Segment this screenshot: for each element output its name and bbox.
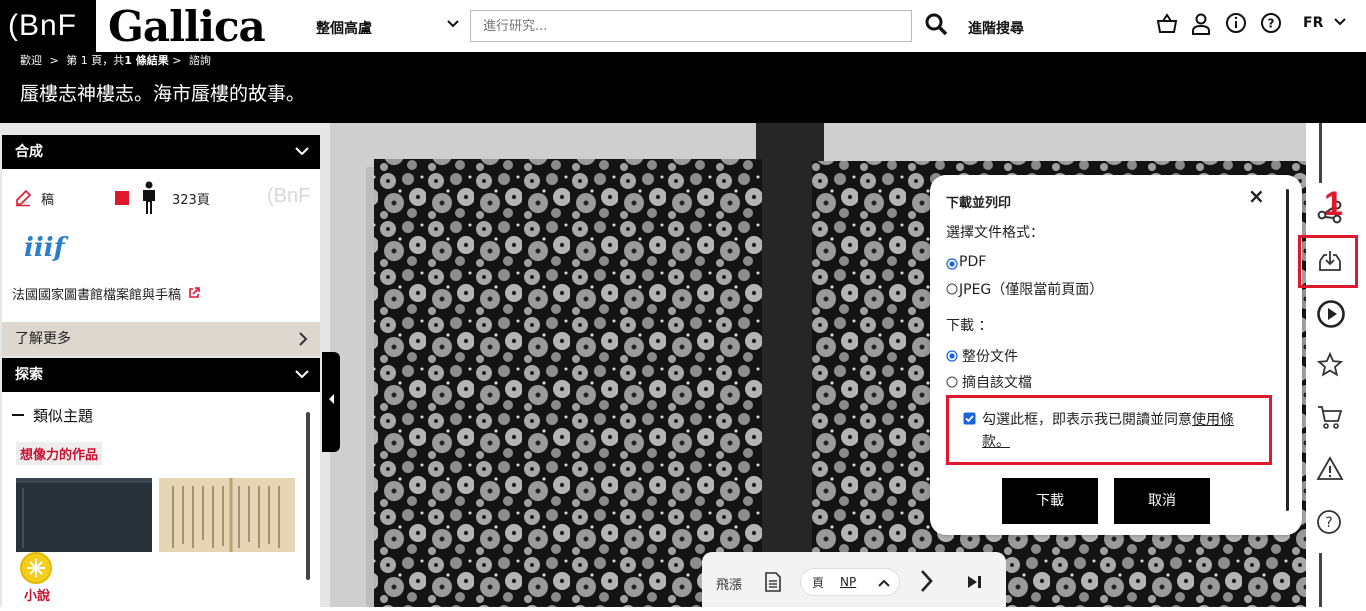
search-scope-select[interactable]: 整個高盧 — [316, 18, 372, 38]
gallica-logo[interactable]: Gallica — [108, 2, 266, 51]
collapse-panel-tab[interactable] — [322, 352, 340, 452]
source-label: 法國國家圖書館檔案館與手稿 — [12, 288, 182, 303]
jump-label: 飛漲 — [716, 578, 743, 593]
document-title-bar: 蜃樓志神樓志。海市蜃樓的故事。 — [0, 70, 1366, 123]
language-label: FR — [1303, 15, 1324, 31]
radio-whole-document[interactable] — [946, 347, 958, 366]
radio-jpeg[interactable] — [946, 280, 958, 299]
radio-pdf[interactable] — [946, 255, 958, 274]
help-icon[interactable]: ? — [1316, 509, 1342, 539]
chevron-up-icon[interactable] — [877, 575, 891, 594]
breadcrumb: 歡迎 > 第 1 頁，共1 條結果 > 諮詢 — [0, 52, 1366, 70]
tag-novel[interactable]: 小說 — [24, 585, 50, 604]
explore-section-label: 探索 — [15, 367, 43, 383]
learn-more-label: 了解更多 — [15, 331, 71, 347]
language-select[interactable]: FR — [1303, 15, 1346, 31]
breadcrumb-results[interactable]: 第 1 頁，共1 條結果 — [66, 54, 168, 67]
document-icon[interactable] — [764, 572, 782, 596]
page-navigation-bar: 飛漲 頁 NP — [702, 552, 1006, 607]
red-square-icon — [115, 191, 129, 205]
scrollbar-thumb[interactable] — [306, 412, 310, 580]
terms-statement: 勾選此框，即表示我已閱讀並同意 — [982, 412, 1192, 428]
search-icon[interactable] — [924, 12, 948, 40]
terms-text: 勾選此框，即表示我已閱讀並同意使用條款。 — [982, 409, 1262, 453]
download-icon[interactable] — [1316, 247, 1344, 279]
right-toolbar: 1 ? — [1298, 183, 1358, 553]
iiif-icon[interactable]: iiif — [24, 233, 65, 263]
sun-icon — [20, 552, 52, 584]
explore-section-header[interactable]: 探索 — [2, 358, 320, 392]
terms-checkbox[interactable] — [963, 410, 976, 429]
caret-left-icon — [329, 394, 334, 404]
doc-type-label: 稿 — [41, 193, 55, 208]
manuscript-icon — [14, 189, 32, 211]
page-prefix: 頁 — [812, 576, 825, 590]
document-title: 蜃樓志神樓志。海市蜃樓的故事。 — [20, 83, 306, 105]
dialog-title: 下載並列印 — [946, 196, 1012, 211]
page-number-input[interactable]: NP — [840, 575, 856, 589]
excerpt-label: 摘自該文檔 — [962, 375, 1032, 391]
advanced-search-link[interactable]: 進階搜尋 — [968, 18, 1024, 38]
breadcrumb-separator: > — [172, 54, 182, 67]
left-sidebar: 合成 稿 323頁 (BnF iiif 法國國家圖書館檔案館與手稿 了解更多 探… — [0, 123, 330, 607]
star-icon[interactable] — [1316, 351, 1344, 383]
synthesis-section-label: 合成 — [15, 144, 43, 160]
thumbnail-edge — [16, 478, 152, 483]
chevron-down-icon[interactable] — [446, 16, 460, 34]
warning-icon[interactable] — [1316, 455, 1344, 487]
info-icon[interactable] — [1225, 12, 1247, 38]
last-page-icon[interactable] — [966, 574, 984, 594]
close-icon[interactable]: × — [1248, 184, 1265, 208]
download-print-dialog: 下載並列印 × 選擇文件格式： PDF JPEG（僅限當前頁面） 下載 ： 整份… — [930, 175, 1302, 535]
svg-text:?: ? — [1268, 17, 1275, 31]
tag-imaginary-works[interactable]: 想像力的作品 — [16, 442, 103, 465]
basket-icon[interactable] — [1155, 12, 1179, 40]
breadcrumb-current: 諮詢 — [188, 54, 211, 67]
help-icon[interactable]: ? — [1260, 12, 1282, 38]
format-pdf-label: PDF — [959, 254, 987, 270]
page-selector[interactable]: 頁 NP — [800, 568, 900, 596]
annotation-marker: 1 — [1324, 185, 1343, 223]
external-link-icon — [189, 287, 200, 298]
cart-icon[interactable] — [1316, 403, 1344, 435]
dialog-scrollbar[interactable] — [1286, 189, 1289, 511]
play-icon[interactable] — [1316, 299, 1346, 333]
terms-link-part: 使用條 — [1192, 412, 1234, 428]
breadcrumb-home[interactable]: 歡迎 — [20, 54, 42, 67]
collapse-minus-icon[interactable] — [12, 414, 24, 416]
synthesis-content: 稿 323頁 (BnF iiif 法國國家圖書館檔案館與手稿 — [2, 169, 320, 322]
user-icon[interactable] — [1190, 12, 1212, 40]
explore-content: 類似主題 想像力的作品 小說 — [2, 392, 320, 607]
synthesis-section-header[interactable]: 合成 — [2, 135, 320, 169]
similar-subjects-heading: 類似主題 — [33, 407, 94, 425]
format-label: 選擇文件格式： — [946, 225, 1044, 241]
top-header: (BnF Gallica 整個高盧 進階搜尋 ? FR — [0, 0, 1366, 52]
radio-excerpt[interactable] — [946, 373, 958, 392]
cancel-button[interactable]: 取消 — [1114, 478, 1210, 524]
source-link[interactable]: 法國國家圖書館檔案館與手稿 — [12, 284, 200, 303]
download-button[interactable]: 下載 — [1002, 478, 1098, 524]
thumbnail-1[interactable] — [16, 478, 152, 552]
bnf-logo[interactable]: (BnF — [0, 0, 96, 52]
format-jpeg-label: JPEG（僅限當前頁面） — [959, 282, 1104, 298]
bnf-watermark: (BnF — [267, 185, 311, 207]
chevron-down-icon — [1334, 18, 1346, 26]
person-icon — [138, 181, 160, 219]
download-scope-label: 下載 ： — [946, 318, 993, 334]
thumbnail-spine — [22, 488, 24, 548]
search-input[interactable] — [470, 10, 912, 42]
terms-highlight-box: 勾選此框，即表示我已閱讀並同意使用條款。 — [946, 395, 1272, 465]
breadcrumb-separator: > — [49, 54, 59, 67]
learn-more-row[interactable]: 了解更多 — [2, 322, 320, 356]
terms-link-part: 款。 — [982, 434, 1010, 450]
whole-document-label: 整份文件 — [962, 349, 1018, 365]
manuscript-thumbnail-image — [172, 478, 280, 552]
next-page-icon[interactable] — [918, 568, 934, 598]
page-count: 323頁 — [172, 193, 210, 208]
svg-text:?: ? — [1325, 515, 1332, 531]
thumbnail-2[interactable] — [159, 478, 295, 552]
